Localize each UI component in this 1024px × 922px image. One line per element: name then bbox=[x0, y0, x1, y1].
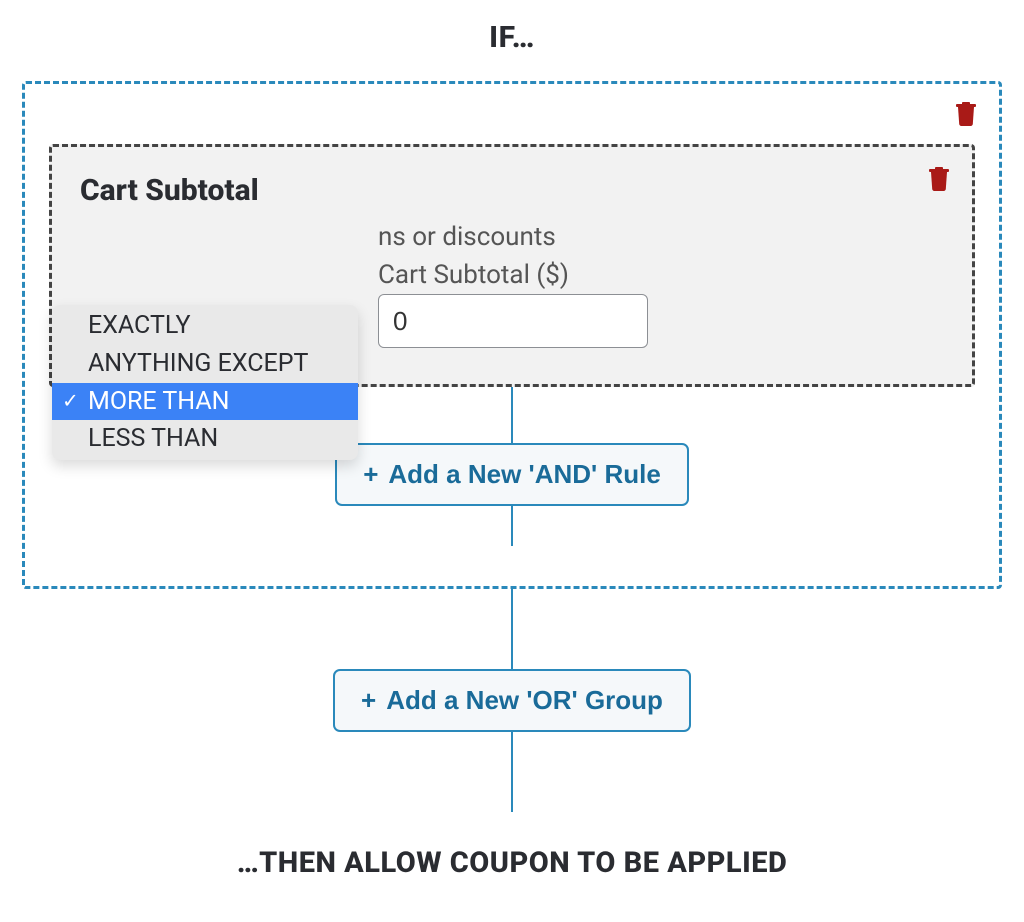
add-and-rule-button[interactable]: + Add a New 'AND' Rule bbox=[335, 443, 689, 506]
operator-option-anything-except[interactable]: ANYTHING EXCEPT bbox=[52, 345, 358, 383]
connector-line bbox=[511, 387, 513, 443]
plus-icon: + bbox=[363, 459, 378, 489]
plus-icon: + bbox=[361, 685, 376, 715]
operator-option-more-than[interactable]: ✓ MORE THAN bbox=[52, 383, 358, 421]
add-or-group-button[interactable]: + Add a New 'OR' Group bbox=[333, 669, 691, 732]
obscured-text-fragment: ns or discounts bbox=[378, 222, 944, 252]
then-heading: …THEN ALLOW COUPON TO BE APPLIED bbox=[0, 846, 1024, 880]
operator-option-less-than[interactable]: LESS THAN bbox=[52, 420, 358, 458]
and-rule-card: Cart Subtotal ns or discounts Cart Subto… bbox=[49, 144, 975, 387]
delete-and-rule-button[interactable] bbox=[928, 165, 950, 191]
cart-subtotal-input[interactable] bbox=[378, 294, 648, 348]
connector-line bbox=[511, 506, 513, 546]
rule-title: Cart Subtotal bbox=[80, 173, 944, 208]
connector-line bbox=[511, 589, 513, 669]
operator-option-exactly[interactable]: EXACTLY bbox=[52, 307, 358, 345]
add-and-rule-label: Add a New 'AND' Rule bbox=[388, 459, 660, 489]
connector-line bbox=[511, 732, 513, 812]
check-icon: ✓ bbox=[62, 388, 79, 415]
or-group: Cart Subtotal ns or discounts Cart Subto… bbox=[22, 81, 1002, 589]
operator-dropdown[interactable]: EXACTLY ANYTHING EXCEPT ✓ MORE THAN LESS… bbox=[52, 305, 358, 460]
if-heading: IF… bbox=[0, 20, 1024, 55]
operator-option-label: MORE THAN bbox=[88, 387, 229, 416]
add-or-group-label: Add a New 'OR' Group bbox=[386, 685, 663, 715]
value-label: Cart Subtotal ($) bbox=[378, 260, 944, 290]
delete-or-group-button[interactable] bbox=[955, 100, 977, 126]
